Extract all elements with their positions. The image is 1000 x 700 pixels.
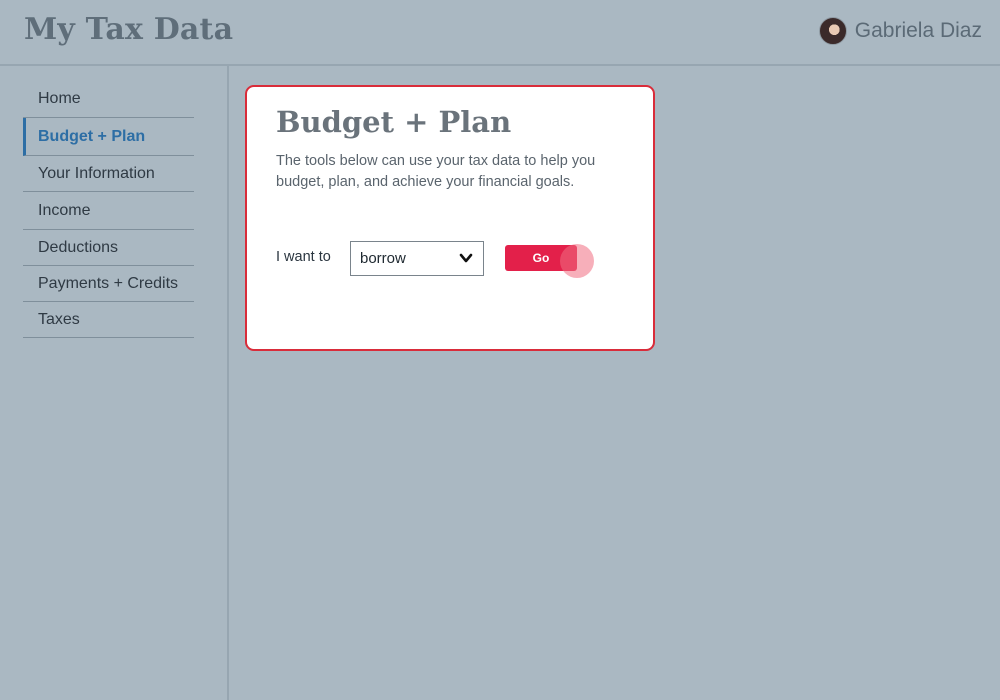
chevron-down-icon: [459, 253, 473, 263]
want-label: I want to: [276, 249, 331, 265]
touch-indicator: [560, 244, 594, 278]
goal-select[interactable]: borrow: [350, 241, 484, 276]
sidebar-item-taxes[interactable]: Taxes: [23, 302, 194, 338]
avatar[interactable]: [818, 17, 847, 45]
card-title: Budget + Plan: [276, 105, 512, 139]
sidebar-item-deductions[interactable]: Deductions: [23, 230, 194, 266]
app-title: My Tax Data: [24, 12, 234, 47]
budget-plan-card: Budget + Plan The tools below can use yo…: [245, 85, 655, 351]
go-button-wrap: Go: [505, 244, 594, 279]
user-menu[interactable]: Gabriela Diaz: [818, 16, 982, 46]
sidebar-item-payments-credits[interactable]: Payments + Credits: [23, 266, 194, 302]
sidebar-item-home[interactable]: Home: [23, 80, 194, 118]
user-name[interactable]: Gabriela Diaz: [855, 19, 982, 43]
app-window: My Tax Data Gabriela Diaz Home Budget + …: [0, 0, 1000, 700]
goal-select-value: borrow: [360, 250, 406, 267]
sidebar-item-income[interactable]: Income: [23, 192, 194, 230]
sidebar: Home Budget + Plan Your Information Inco…: [0, 66, 229, 700]
sidebar-item-budget-plan[interactable]: Budget + Plan: [23, 118, 194, 156]
card-description: The tools below can use your tax data to…: [276, 153, 596, 190]
sidebar-item-your-information[interactable]: Your Information: [23, 156, 194, 192]
header: My Tax Data Gabriela Diaz: [0, 0, 1000, 66]
sidebar-nav: Home Budget + Plan Your Information Inco…: [23, 80, 194, 338]
